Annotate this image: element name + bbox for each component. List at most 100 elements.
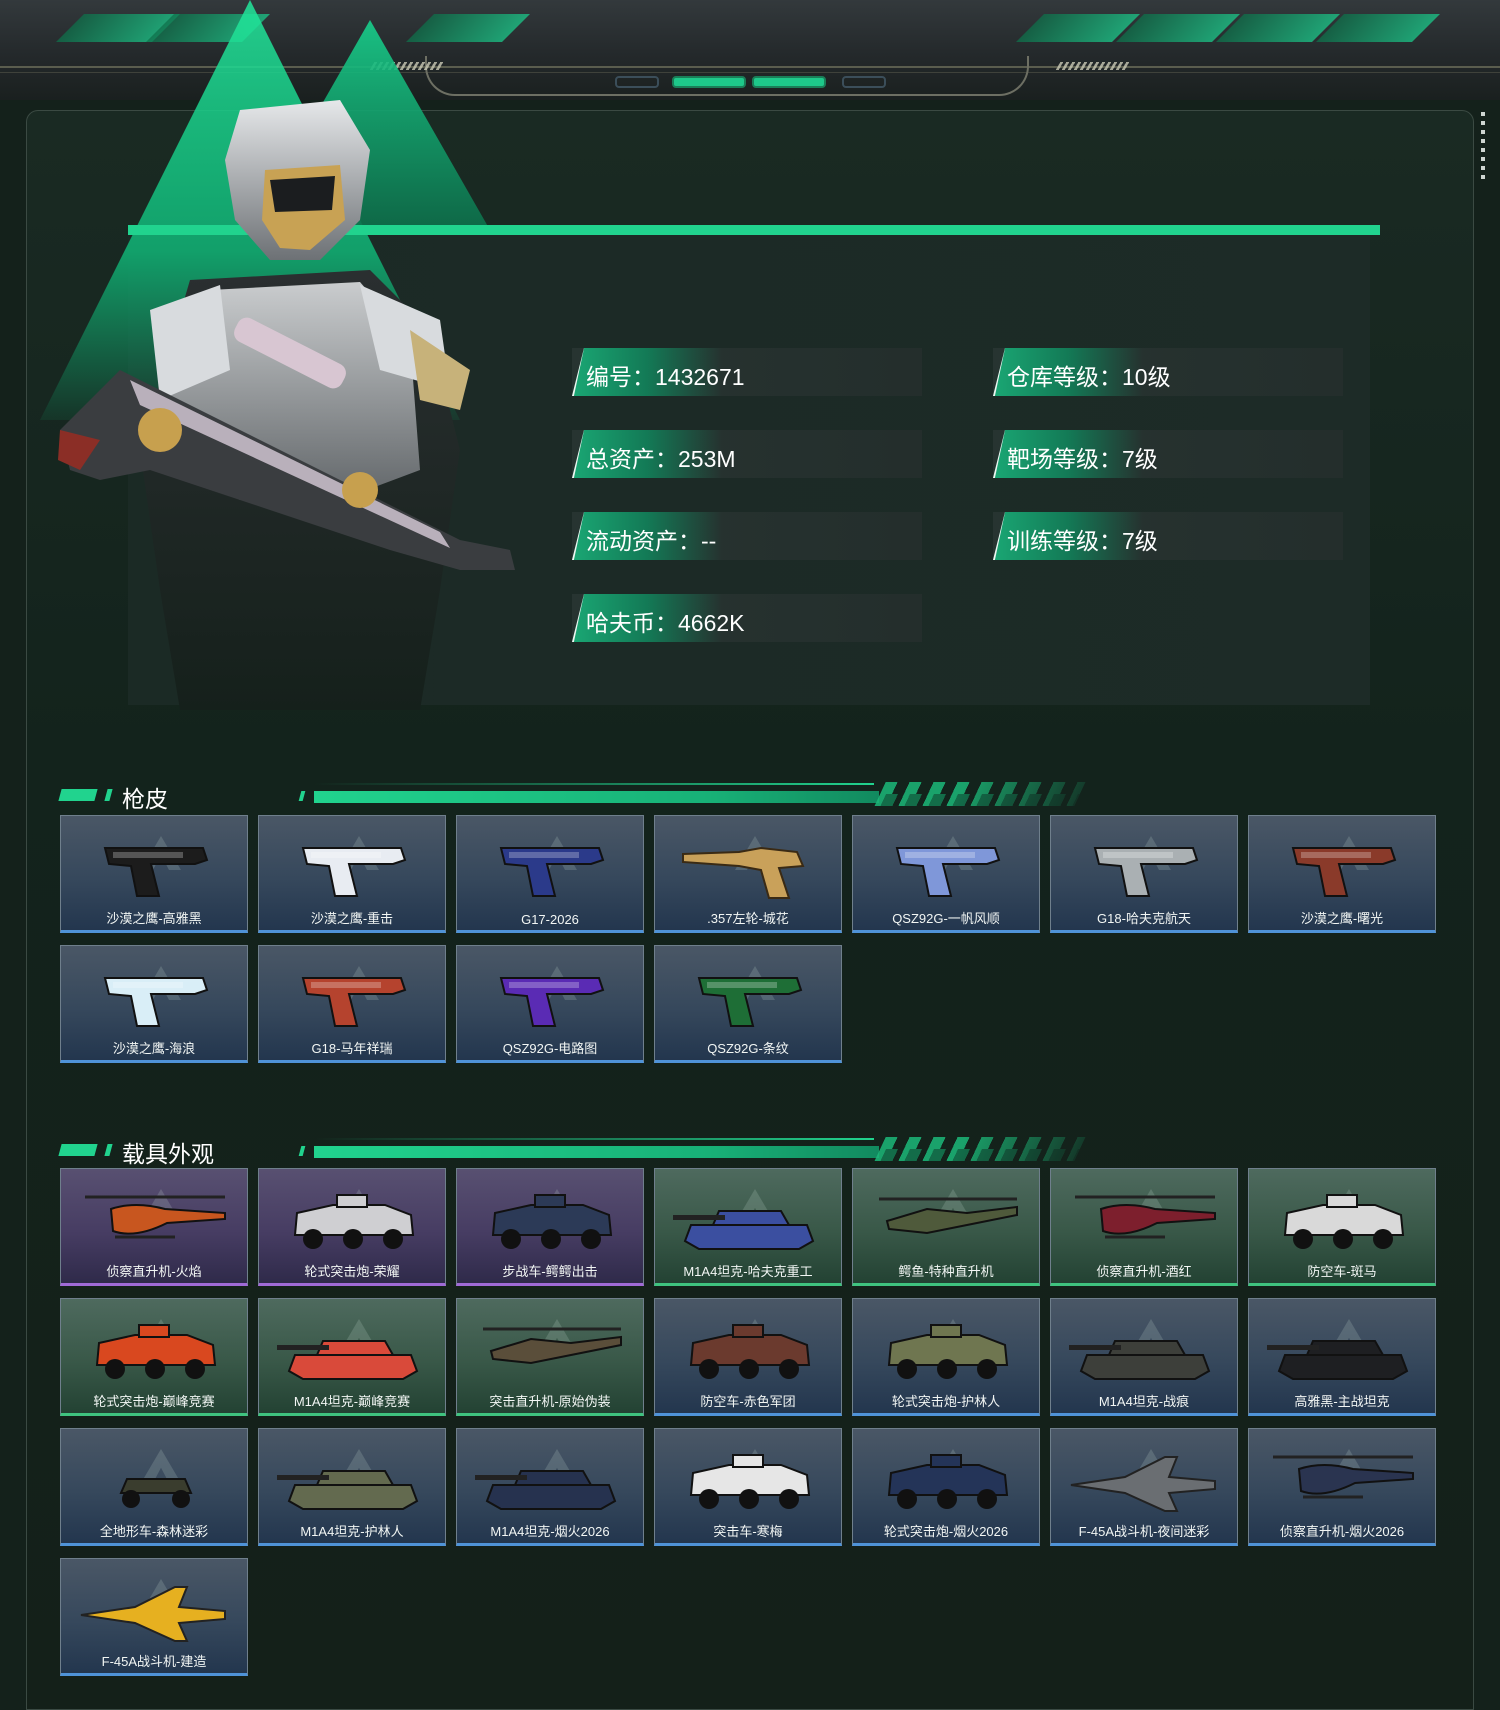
skin-card[interactable]: G18-马年祥瑞 xyxy=(258,945,446,1063)
skin-card[interactable]: M1A4坦克-巅峰竞赛 xyxy=(258,1298,446,1416)
skin-name: 步战车-鳄鳄出击 xyxy=(502,1264,598,1279)
skin-card[interactable]: QSZ92G-条纹 xyxy=(654,945,842,1063)
stat-total-assets: 总资产：253M xyxy=(572,430,922,478)
skin-card[interactable]: F-45A战斗机-夜间迷彩 xyxy=(1050,1428,1238,1546)
pistol-deagle-white-blue-icon xyxy=(301,847,407,897)
skin-card[interactable]: 沙漠之鹰-重击 xyxy=(258,815,446,933)
banner-pill xyxy=(615,76,659,88)
skin-card[interactable]: QSZ92G-一帆风顺 xyxy=(852,815,1040,933)
assault-car-icon xyxy=(689,1454,811,1509)
banner-pill xyxy=(752,76,826,88)
banner-pill xyxy=(672,76,746,88)
wheeled-assault-gun-icon xyxy=(887,1454,1009,1509)
skin-name: G18-哈夫克航天 xyxy=(1097,911,1191,926)
skin-card[interactable]: M1A4坦克-战痕 xyxy=(1050,1298,1238,1416)
skin-name: 防空车-斑马 xyxy=(1307,1264,1377,1279)
skin-card[interactable]: G18-哈夫克航天 xyxy=(1050,815,1238,933)
stat-warehouse-level: 仓库等级：10级 xyxy=(993,348,1343,396)
fighter-jet-icon xyxy=(80,1586,226,1642)
skin-card[interactable]: G17-2026 xyxy=(456,815,644,933)
skin-card[interactable]: M1A4坦克-哈夫克重工 xyxy=(654,1168,842,1286)
skin-name: M1A4坦克-战痕 xyxy=(1098,1394,1190,1409)
section-title: 枪皮 xyxy=(122,786,168,812)
tank-icon xyxy=(673,1210,815,1250)
skin-card[interactable]: 防空车-赤色军团 xyxy=(654,1298,842,1416)
skin-card[interactable]: 轮式突击炮-烟火2026 xyxy=(852,1428,1040,1546)
revolver-gold-icon xyxy=(682,846,805,899)
wheeled-assault-gun-icon xyxy=(293,1194,415,1249)
skin-name: 轮式突击炮-荣耀 xyxy=(304,1264,400,1279)
skin-card[interactable]: 轮式突击炮-荣耀 xyxy=(258,1168,446,1286)
pistol-qsz92g-purple-icon xyxy=(499,977,605,1027)
stat-value: 253M xyxy=(678,446,736,472)
skin-card[interactable]: 轮式突击炮-护林人 xyxy=(852,1298,1040,1416)
skin-card[interactable]: 侦察直升机-烟火2026 xyxy=(1248,1428,1436,1546)
skin-card[interactable]: F-45A战斗机-建造 xyxy=(60,1558,248,1676)
skin-card[interactable]: M1A4坦克-烟火2026 xyxy=(456,1428,644,1546)
pistol-qsz92g-green-icon xyxy=(697,977,803,1027)
skin-name: F-45A战斗机-建造 xyxy=(101,1654,207,1669)
skin-name: M1A4坦克-哈夫克重工 xyxy=(683,1264,813,1279)
tank-icon xyxy=(277,1340,419,1380)
skin-card[interactable]: QSZ92G-电路图 xyxy=(456,945,644,1063)
section-header-vehicle-skins: 载具外观 xyxy=(58,1135,1086,1167)
tank-icon xyxy=(1267,1340,1409,1380)
helicopter-icon xyxy=(1273,1455,1414,1499)
stat-value: 7级 xyxy=(1122,446,1158,472)
section-title: 载具外观 xyxy=(122,1141,214,1167)
wheeled-assault-gun-icon xyxy=(887,1324,1009,1379)
skin-name: M1A4坦克-巅峰竞赛 xyxy=(293,1394,411,1409)
skin-name: 全地形车-森林迷彩 xyxy=(99,1524,209,1539)
stat-value: 1432671 xyxy=(655,364,745,390)
pistol-deagle-wave-icon xyxy=(103,977,209,1027)
skin-card[interactable]: M1A4坦克-护林人 xyxy=(258,1428,446,1546)
skin-card[interactable]: 侦察直升机-酒红 xyxy=(1050,1168,1238,1286)
attack-helicopter-icon xyxy=(879,1197,1018,1235)
wheeled-assault-gun-icon xyxy=(95,1324,217,1379)
skin-name: 突击直升机-原始伪装 xyxy=(489,1394,611,1409)
skin-card[interactable]: 步战车-鳄鳄出击 xyxy=(456,1168,644,1286)
skin-card[interactable]: 侦察直升机-火焰 xyxy=(60,1168,248,1286)
skin-name: 突击车-寒梅 xyxy=(713,1524,783,1539)
stat-label: 编号 xyxy=(586,364,632,390)
stat-label: 仓库等级 xyxy=(1007,364,1099,390)
stat-range-level: 靶场等级：7级 xyxy=(993,430,1343,478)
skin-card[interactable]: 高雅黑-主战坦克 xyxy=(1248,1298,1436,1416)
stat-value: 10级 xyxy=(1122,364,1171,390)
skin-card[interactable]: 鳄鱼-特种直升机 xyxy=(852,1168,1040,1286)
ifv-icon xyxy=(491,1194,613,1249)
stat-label: 流动资产 xyxy=(586,528,678,554)
skin-name: 沙漠之鹰-海浪 xyxy=(112,1041,196,1056)
skin-card[interactable]: 防空车-斑马 xyxy=(1248,1168,1436,1286)
pistol-g17-blue-icon xyxy=(499,847,605,897)
stat-training-level: 训练等级：7级 xyxy=(993,512,1343,560)
skin-card[interactable]: 突击车-寒梅 xyxy=(654,1428,842,1546)
skin-card[interactable]: 沙漠之鹰-高雅黑 xyxy=(60,815,248,933)
stat-value: -- xyxy=(701,528,717,554)
aa-vehicle-icon xyxy=(1283,1194,1405,1249)
side-dots xyxy=(1481,112,1485,182)
skin-name: G17-2026 xyxy=(521,912,579,927)
skin-card[interactable]: 沙漠之鹰-海浪 xyxy=(60,945,248,1063)
tank-icon xyxy=(277,1470,419,1510)
skin-card[interactable]: 突击直升机-原始伪装 xyxy=(456,1298,644,1416)
skin-name: QSZ92G-条纹 xyxy=(707,1041,789,1056)
stat-label: 哈夫币 xyxy=(586,610,655,636)
skin-name: QSZ92G-一帆风顺 xyxy=(892,911,1000,926)
aa-vehicle-icon xyxy=(689,1324,811,1379)
skin-name: 侦察直升机-烟火2026 xyxy=(1279,1524,1405,1539)
attack-helicopter-icon xyxy=(483,1327,622,1365)
skin-name: 高雅黑-主战坦克 xyxy=(1294,1394,1390,1409)
skin-card[interactable]: 全地形车-森林迷彩 xyxy=(60,1428,248,1546)
stat-player-id: 编号：1432671 xyxy=(572,348,922,396)
skin-name: QSZ92G-电路图 xyxy=(502,1041,598,1056)
skin-card[interactable]: .357左轮-城花 xyxy=(654,815,842,933)
skin-name: M1A4坦克-护林人 xyxy=(300,1524,404,1539)
stat-label: 靶场等级 xyxy=(1007,446,1099,472)
skin-name: 鳄鱼-特种直升机 xyxy=(898,1264,994,1279)
skin-card[interactable]: 轮式突击炮-巅峰竞赛 xyxy=(60,1298,248,1416)
skin-name: 轮式突击炮-护林人 xyxy=(891,1394,1001,1409)
skin-name: G18-马年祥瑞 xyxy=(311,1041,393,1056)
skin-name: 防空车-赤色军团 xyxy=(700,1394,796,1409)
skin-card[interactable]: 沙漠之鹰-曙光 xyxy=(1248,815,1436,933)
